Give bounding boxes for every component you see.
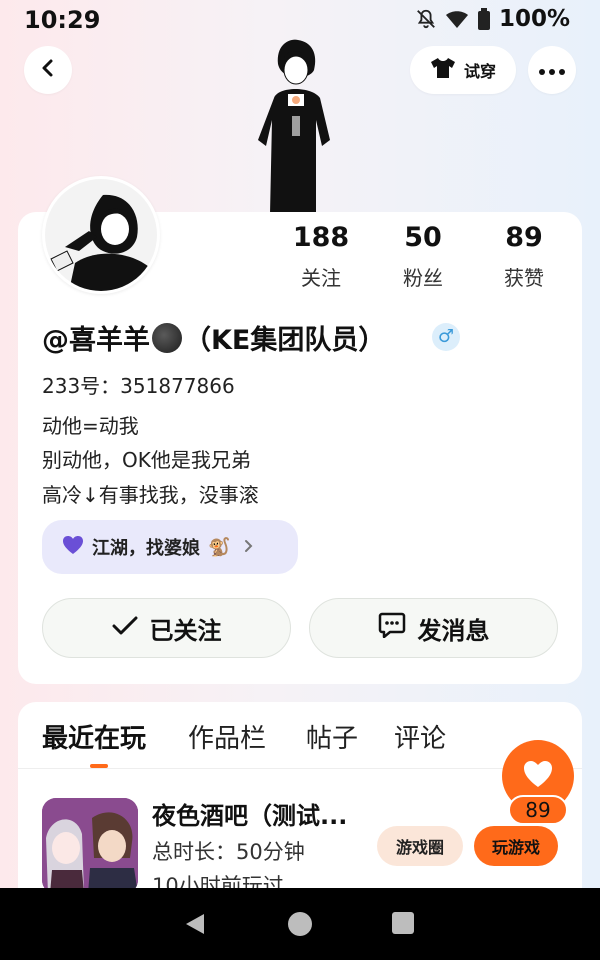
avatar[interactable] — [42, 176, 160, 294]
tab-works[interactable]: 作品栏 — [188, 718, 266, 755]
heart-icon — [62, 535, 84, 560]
game-thumbnail[interactable] — [42, 798, 138, 894]
tab-recent-play[interactable]: 最近在玩 — [42, 718, 146, 755]
chevron-left-icon — [38, 58, 58, 82]
bio-line-2: 别动他，OK他是我兄弟 — [42, 448, 251, 472]
play-game-button[interactable]: 玩游戏 — [474, 826, 558, 866]
stat-following-label: 关注 — [301, 266, 341, 290]
status-bar: 10:29 100% — [0, 0, 600, 40]
stat-fans-label: 粉丝 — [403, 266, 443, 290]
tshirt-icon — [430, 57, 456, 83]
try-on-label: 试穿 — [463, 62, 496, 81]
message-label: 发消息 — [417, 616, 490, 645]
character-illustration — [248, 36, 344, 214]
username: @喜羊羊 （KE集团队员） — [42, 318, 385, 357]
game-duration: 总时长：50分钟 — [152, 840, 305, 864]
bio-line-1: 动他=动我 — [42, 414, 139, 438]
gender-badge: ♂ — [432, 323, 460, 351]
moon-emoji-icon — [152, 322, 182, 353]
stat-likes-label: 获赞 — [504, 266, 544, 290]
tab-divider — [18, 768, 582, 769]
stat-following-count: 188 — [292, 222, 350, 253]
male-icon: ♂ — [437, 326, 455, 347]
game-circle-button[interactable]: 游戏圈 — [377, 826, 463, 866]
more-horizontal-icon — [538, 61, 566, 80]
status-icons: 100% — [415, 6, 570, 32]
status-time: 10:29 — [24, 6, 101, 34]
stat-fans-count: 50 — [404, 222, 442, 253]
followed-label: 已关注 — [149, 616, 222, 645]
user-id: 233号：351877866 — [42, 374, 235, 398]
try-on-button[interactable]: 试穿 — [410, 46, 516, 94]
username-prefix: @喜羊羊 — [42, 325, 150, 356]
nav-back-icon[interactable] — [184, 912, 206, 940]
check-icon — [112, 614, 138, 642]
nav-recents-icon[interactable] — [392, 912, 414, 934]
followed-button[interactable]: 已关注 — [42, 598, 291, 658]
tab-posts[interactable]: 帖子 — [306, 718, 358, 755]
chat-bubble-icon — [378, 612, 406, 644]
battery-percent: 100% — [498, 6, 570, 32]
monkey-emoji-icon: 🐒 — [208, 536, 231, 558]
tag-chip[interactable]: 江湖，找婆娘 🐒 — [42, 520, 298, 574]
bio-line-3: 高冷↓有事找我，没事滚 — [42, 483, 259, 507]
stat-following[interactable]: 188 关注 — [271, 222, 371, 291]
username-suffix: （KE集团队员） — [184, 325, 386, 356]
game-title[interactable]: 夜色酒吧（测试... — [152, 796, 347, 831]
stat-likes[interactable]: 89 获赞 — [474, 222, 574, 291]
stat-likes-count: 89 — [505, 222, 543, 253]
nav-home-icon[interactable] — [288, 912, 312, 936]
chevron-right-icon — [244, 537, 254, 558]
stat-fans[interactable]: 50 粉丝 — [373, 222, 473, 291]
like-count: 89 — [508, 795, 568, 825]
more-button[interactable] — [528, 46, 576, 94]
tab-comments[interactable]: 评论 — [394, 718, 446, 755]
wifi-icon — [445, 9, 469, 29]
battery-icon — [477, 8, 491, 30]
heart-icon — [523, 760, 553, 792]
message-button[interactable]: 发消息 — [309, 598, 558, 658]
notifications-off-icon — [415, 8, 437, 30]
tag-text: 江湖，找婆娘 — [92, 538, 200, 559]
back-button[interactable] — [24, 46, 72, 94]
